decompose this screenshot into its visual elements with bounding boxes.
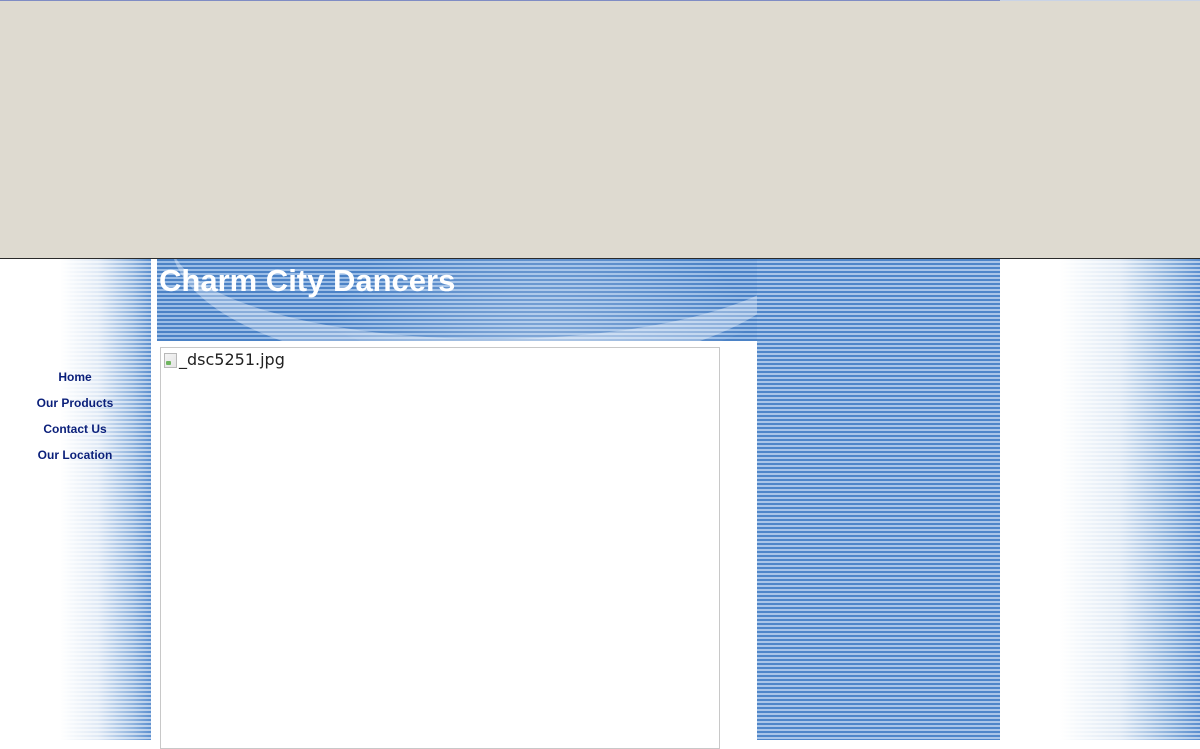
left-sidebar: Home Our Products Contact Us Our Locatio… xyxy=(0,259,151,740)
main-nav: Home Our Products Contact Us Our Locatio… xyxy=(0,367,150,471)
top-blank-band xyxy=(0,0,1200,259)
nav-item-contact-us: Contact Us xyxy=(0,419,150,445)
nav-link-our-products[interactable]: Our Products xyxy=(37,396,114,410)
nav-item-our-location: Our Location xyxy=(0,445,150,471)
main-content: _dsc5251.jpg xyxy=(151,341,757,749)
nav-link-home[interactable]: Home xyxy=(58,370,91,384)
header-banner: Charm City Dancers xyxy=(151,259,757,341)
photo-frame: _dsc5251.jpg xyxy=(160,347,720,749)
right-stripe-column xyxy=(757,259,1000,740)
nav-item-home: Home xyxy=(0,367,150,393)
broken-image: _dsc5251.jpg xyxy=(163,350,285,369)
site-title: Charm City Dancers xyxy=(159,263,456,298)
banner-left-edge xyxy=(151,259,157,341)
nav-link-contact-us[interactable]: Contact Us xyxy=(43,422,106,436)
nav-link-our-location[interactable]: Our Location xyxy=(38,448,113,462)
image-alt-text: _dsc5251.jpg xyxy=(179,350,285,369)
page-layout: Home Our Products Contact Us Our Locatio… xyxy=(0,259,1200,749)
far-right-gradient-column xyxy=(1000,259,1200,740)
nav-item-our-products: Our Products xyxy=(0,393,150,419)
broken-image-icon xyxy=(163,352,177,368)
